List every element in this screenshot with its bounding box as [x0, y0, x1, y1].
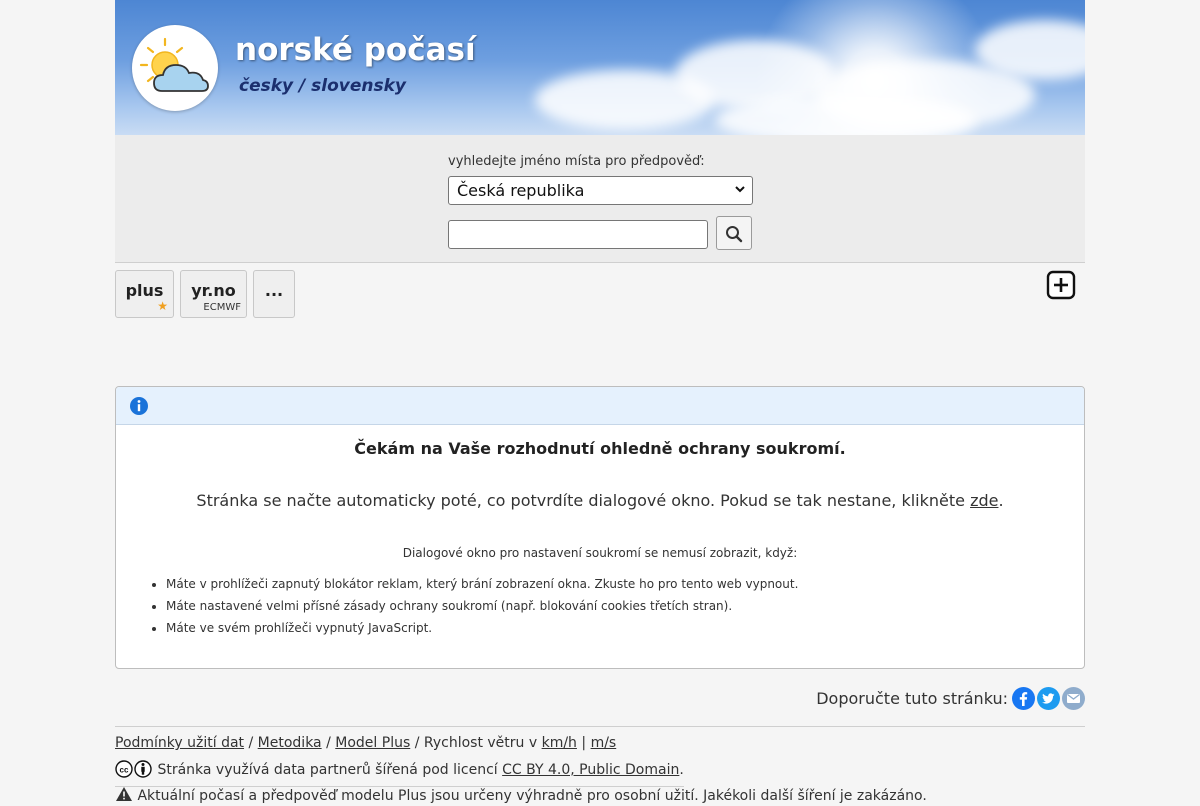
- site-logo[interactable]: [132, 25, 218, 111]
- info-text-before: Stránka se načte automaticky poté, co po…: [196, 491, 971, 510]
- footer-divider: [115, 726, 1085, 727]
- svg-text:cc: cc: [120, 766, 129, 775]
- tab-more[interactable]: ...: [253, 270, 295, 318]
- methodology-link[interactable]: Metodika: [258, 735, 322, 751]
- search-panel: vyhledejte jméno místa pro předpověď: Če…: [115, 135, 1085, 263]
- license-link[interactable]: CC BY 4.0, Public Domain: [502, 762, 679, 778]
- wind-ms-link[interactable]: m/s: [591, 735, 617, 751]
- tab-label: ...: [264, 281, 284, 300]
- wind-speed-label: Rychlost větru v: [423, 735, 538, 751]
- privacy-info-panel: Čekám na Vaše rozhodnutí ohledně ochrany…: [115, 386, 1085, 669]
- separator: /: [248, 735, 254, 751]
- separator: /: [414, 735, 420, 751]
- usage-warning: Aktuální počasí a předpověď modelu Plus …: [115, 786, 927, 806]
- chevron-down-icon: [734, 183, 746, 198]
- info-panel-header: [116, 387, 1084, 425]
- license-text: Stránka využívá data partnerů šířená pod…: [157, 762, 498, 778]
- list-item: Máte ve svém prohlížeči vypnutý JavaScri…: [166, 621, 798, 635]
- separator: /: [326, 735, 331, 751]
- info-subtitle: Dialogové okno pro nastavení soukromí se…: [402, 546, 798, 560]
- search-button[interactable]: [716, 216, 752, 250]
- model-plus-link[interactable]: Model Plus: [335, 735, 410, 751]
- info-text: Stránka se načte automaticky poté, co po…: [116, 491, 1084, 510]
- info-reasons-list: Máte v prohlížeči zapnutý blokátor rekla…: [146, 577, 798, 643]
- cc-license-icon: cc: [115, 760, 153, 782]
- info-title: Čekám na Vaše rozhodnutí ohledně ochrany…: [354, 439, 846, 458]
- country-select[interactable]: Česká republika: [448, 176, 753, 205]
- twitter-icon[interactable]: [1037, 686, 1060, 710]
- site-header: norské počasí česky / slovensky: [115, 0, 1085, 135]
- sun-cloud-icon: [139, 37, 209, 92]
- plus-square-icon: [1046, 270, 1076, 300]
- tab-label: yr.no: [191, 281, 236, 300]
- terms-link[interactable]: Podmínky užití dat: [115, 735, 244, 751]
- site-subtitle[interactable]: česky / slovensky: [239, 76, 406, 96]
- tab-sublabel: ECMWF: [203, 302, 241, 313]
- tab-yrno[interactable]: yr.no ECMWF: [180, 270, 247, 318]
- license-notice: cc Stránka využívá data partnerů šířená …: [115, 760, 684, 787]
- add-button[interactable]: [1046, 270, 1076, 300]
- license-end: .: [679, 762, 684, 778]
- site-title[interactable]: norské počasí: [235, 32, 476, 68]
- email-icon[interactable]: [1062, 686, 1085, 710]
- list-item: Máte nastavené velmi přísné zásady ochra…: [166, 599, 798, 613]
- reload-link[interactable]: zde: [970, 491, 998, 510]
- share-label: Doporučte tuto stránku:: [816, 688, 1008, 708]
- search-label: vyhledejte jméno místa pro předpověď:: [448, 154, 705, 169]
- facebook-icon[interactable]: [1012, 686, 1035, 710]
- warning-text: Aktuální počasí a předpověď modelu Plus …: [137, 788, 927, 804]
- tab-label: plus: [125, 281, 164, 300]
- tab-plus[interactable]: plus ★: [115, 270, 174, 318]
- wind-kmh-link[interactable]: km/h: [542, 735, 577, 751]
- info-icon: [130, 397, 148, 415]
- search-icon: [726, 226, 743, 243]
- place-search-input[interactable]: [448, 220, 708, 249]
- country-select-value: Česká republika: [457, 181, 585, 200]
- footer-links: Podmínky užití dat / Metodika / Model Pl…: [115, 735, 616, 751]
- warning-icon: [115, 786, 133, 806]
- info-text-after: .: [998, 491, 1004, 510]
- list-item: Máte v prohlížeči zapnutý blokátor rekla…: [166, 577, 798, 591]
- star-icon: ★: [157, 299, 168, 313]
- separator: |: [581, 735, 587, 751]
- share-bar: Doporučte tuto stránku:: [816, 686, 1085, 710]
